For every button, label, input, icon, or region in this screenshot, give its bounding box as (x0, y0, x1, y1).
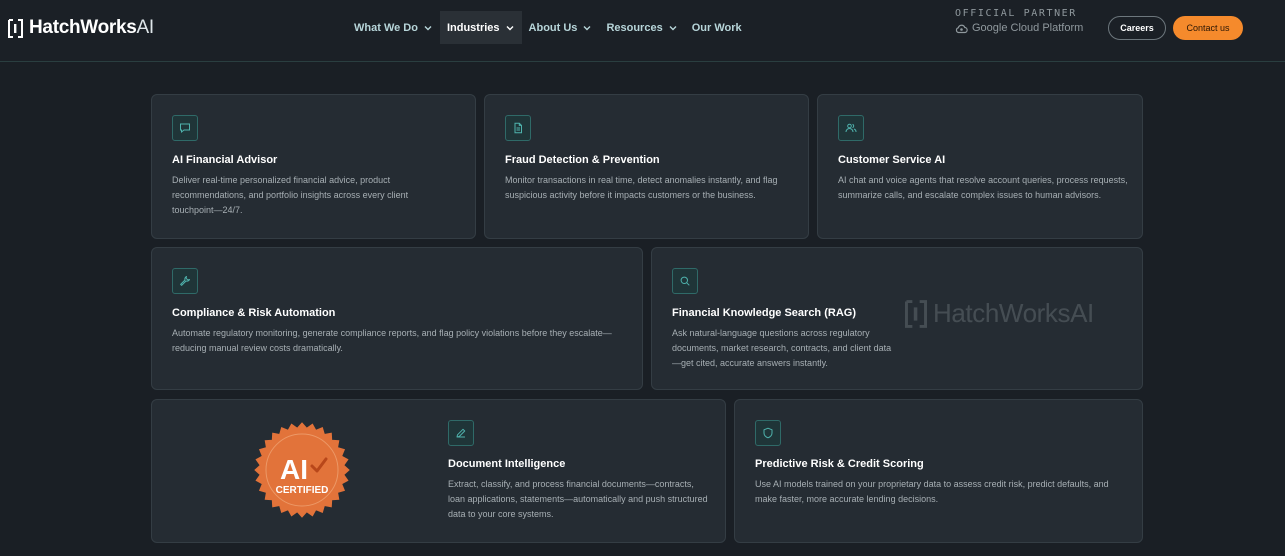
main-nav: What We Do Industries About Us Resources… (347, 11, 749, 44)
card-financial-knowledge-search[interactable]: Financial Knowledge Search (RAG) Ask nat… (651, 247, 1143, 390)
card-ai-financial-advisor[interactable]: AI Financial Advisor Deliver real-time p… (151, 94, 476, 239)
partner-gcp: Google Cloud Platform (955, 22, 1083, 34)
nav-item-resources[interactable]: Resources (599, 11, 684, 44)
pen-icon (448, 420, 474, 446)
card-description: Deliver real-time personalized financial… (172, 175, 409, 215)
wrench-icon (172, 268, 198, 294)
partner-name: Google Cloud Platform (972, 22, 1084, 34)
card-document-intelligence[interactable]: AI CERTIFIED Document Intelligence Extra… (151, 399, 726, 543)
brand-logo[interactable]: HatchWorksAI (8, 17, 154, 39)
logo-mark-icon (905, 299, 927, 328)
nav-item-about-us[interactable]: About Us (522, 11, 600, 44)
card-title: Predictive Risk & Credit Scoring (755, 458, 924, 470)
shield-icon (755, 420, 781, 446)
nav-item-label: Industries (446, 21, 500, 34)
card-title: Compliance & Risk Automation (172, 307, 336, 319)
card-customer-service-ai[interactable]: Customer Service AI AI chat and voice ag… (817, 94, 1143, 239)
ai-certified-badge: AI CERTIFIED (254, 422, 350, 518)
nav-item-label: What We Do (354, 21, 418, 34)
chevron-down-icon (583, 25, 591, 30)
card-title: Document Intelligence (448, 458, 566, 470)
card-predictive-risk-credit-scoring[interactable]: Predictive Risk & Credit Scoring Use AI … (734, 399, 1143, 543)
card-title: Fraud Detection & Prevention (505, 154, 660, 166)
official-partner-badge: OFFICIAL PARTNER Google Cloud Platform (955, 8, 1083, 34)
badge-certified-text: CERTIFIED (276, 485, 329, 496)
nav-item-label: Resources (606, 21, 663, 34)
nav-item-label: About Us (528, 21, 578, 34)
chevron-down-icon (424, 25, 432, 30)
watermark-text: HatchWorksAI (933, 298, 1094, 328)
card-description: Monitor transactions in real time, detec… (505, 175, 778, 200)
card-compliance-risk-automation[interactable]: Compliance & Risk Automation Automate re… (151, 247, 643, 390)
chat-icon (172, 115, 198, 141)
users-icon (838, 115, 864, 141)
card-fraud-detection[interactable]: Fraud Detection & Prevention Monitor tra… (484, 94, 809, 239)
card-title: Financial Knowledge Search (RAG) (672, 307, 856, 319)
site-header: HatchWorksAI What We Do Industries About… (0, 0, 1285, 62)
nav-item-industries[interactable]: Industries (439, 11, 522, 44)
contact-us-button[interactable]: Contact us (1173, 16, 1243, 40)
nav-item-our-work[interactable]: Our Work (685, 11, 749, 44)
careers-button[interactable]: Careers (1108, 16, 1166, 40)
card-title: AI Financial Advisor (172, 154, 278, 166)
chevron-down-icon (669, 25, 677, 30)
search-icon (672, 268, 698, 294)
card-description: Use AI models trained on your proprietar… (755, 479, 1109, 504)
card-description: Ask natural-language questions across re… (672, 328, 892, 368)
partner-label: OFFICIAL PARTNER (955, 8, 1077, 19)
card-description: Automate regulatory monitoring, generate… (172, 328, 612, 353)
document-icon (505, 115, 531, 141)
brand-name: HatchWorksAI (29, 17, 154, 38)
card-description: AI chat and voice agents that resolve ac… (838, 175, 1128, 200)
brand-watermark: HatchWorksAI (905, 298, 1094, 329)
chevron-down-icon (506, 25, 514, 30)
badge-ai-text: AI (280, 454, 308, 485)
logo-mark-icon (8, 18, 23, 38)
nav-item-what-we-do[interactable]: What We Do (347, 11, 440, 44)
card-title: Customer Service AI (838, 154, 946, 166)
nav-item-label: Our Work (691, 21, 742, 34)
card-description: Extract, classify, and process financial… (448, 479, 708, 519)
google-cloud-icon (955, 24, 968, 33)
